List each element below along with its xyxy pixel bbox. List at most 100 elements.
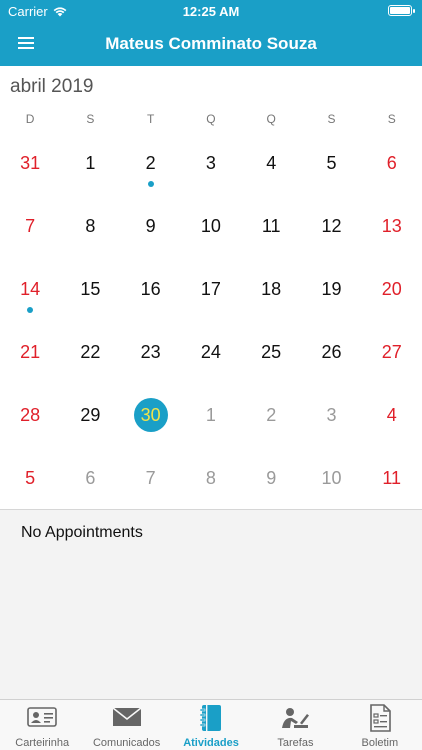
calendar-day[interactable]: 24 (181, 321, 241, 384)
day-number: 21 (20, 342, 41, 362)
day-number: 7 (145, 468, 156, 488)
tab-label: Comunicados (92, 737, 161, 749)
calendar-day[interactable]: 4 (241, 132, 301, 195)
calendar-day[interactable]: 6 (362, 132, 422, 195)
status-bar: Carrier 12:25 AM (0, 0, 422, 22)
calendar-week: 31 1 2 3 4 5 6 (0, 132, 422, 195)
calendar-day[interactable]: 13 (362, 195, 422, 258)
calendar-day[interactable]: 9 (121, 195, 181, 258)
tab-tarefas[interactable]: Tarefas (253, 700, 337, 750)
weekday-label: D (25, 112, 35, 126)
calendar-day[interactable]: 27 (362, 321, 422, 384)
day-number: 6 (85, 468, 96, 488)
calendar-day[interactable]: 6 (60, 447, 120, 510)
calendar-day[interactable]: 22 (60, 321, 120, 384)
tab-label: Boletim (361, 737, 399, 749)
no-appointments-text: No Appointments (21, 524, 143, 541)
calendar-day[interactable]: 3 (181, 132, 241, 195)
calendar-day[interactable]: 2 (241, 384, 301, 447)
weekday-label: T (146, 112, 155, 126)
tab-comunicados[interactable]: Comunicados (84, 700, 168, 750)
tab-boletim[interactable]: Boletim (338, 700, 422, 750)
day-number: 15 (80, 279, 101, 299)
day-number: 1 (85, 153, 96, 173)
calendar-day[interactable]: 29 (60, 384, 120, 447)
envelope-icon (112, 707, 142, 726)
day-number: 27 (381, 342, 402, 362)
day-number: 30 (140, 405, 161, 425)
tab-carteirinha[interactable]: Carteirinha (0, 700, 84, 750)
day-number: 20 (381, 279, 402, 299)
tab-label: Tarefas (277, 737, 314, 749)
calendar-day[interactable]: 31 (0, 132, 60, 195)
day-number: 28 (20, 405, 41, 425)
day-number: 4 (386, 405, 397, 425)
calendar-day[interactable]: 10 (301, 447, 361, 510)
calendar-day[interactable]: 5 (0, 447, 60, 510)
day-number: 8 (205, 468, 216, 488)
calendar-day[interactable]: 15 (60, 258, 120, 321)
calendar-day[interactable]: 21 (0, 321, 60, 384)
calendar-day[interactable]: 19 (301, 258, 361, 321)
day-number: 2 (266, 405, 277, 425)
calendar-day[interactable]: 23 (121, 321, 181, 384)
calendar-day[interactable]: 20 (362, 258, 422, 321)
calendar-day[interactable]: 7 (0, 195, 60, 258)
day-number: 29 (80, 405, 101, 425)
day-number: 5 (25, 468, 36, 488)
day-number: 11 (382, 468, 402, 488)
event-dot (27, 307, 34, 313)
calendar-day[interactable]: 4 (362, 384, 422, 447)
calendar-day[interactable]: 26 (301, 321, 361, 384)
calendar-day[interactable]: 5 (301, 132, 361, 195)
event-dot (147, 181, 154, 187)
day-number: 12 (321, 216, 342, 236)
day-number: 16 (140, 279, 161, 299)
calendar-day[interactable]: 11 (241, 195, 301, 258)
calendar-day[interactable]: 2 (121, 132, 181, 195)
notebook-icon (199, 705, 222, 731)
calendar-week: 5 6 7 8 9 10 11 (0, 447, 422, 510)
calendar-day[interactable]: 8 (60, 195, 120, 258)
calendar-day[interactable]: 12 (301, 195, 361, 258)
weekday-label: S (387, 112, 396, 126)
day-number: 22 (80, 342, 101, 362)
calendar-day[interactable]: 9 (241, 447, 301, 510)
calendar-day-selected[interactable]: 30 (121, 384, 181, 447)
day-number: 9 (266, 468, 277, 488)
day-number: 26 (321, 342, 342, 362)
student-writing-icon (282, 708, 310, 728)
calendar-day[interactable]: 17 (181, 258, 241, 321)
calendar-day[interactable]: 7 (121, 447, 181, 510)
day-number: 1 (205, 405, 216, 425)
app-header: Mateus Comminato Souza (0, 22, 422, 66)
calendar-day[interactable]: 3 (301, 384, 361, 447)
tab-bar: Carteirinha Comunicados Atividades Taref… (0, 699, 422, 750)
tab-label: Atividades (183, 737, 239, 749)
month-label: abril 2019 (10, 76, 94, 97)
calendar-week: 7 8 9 10 11 12 13 (0, 195, 422, 258)
day-number: 25 (261, 342, 282, 362)
calendar-day[interactable]: 8 (181, 447, 241, 510)
calendar-day[interactable]: 28 (0, 384, 60, 447)
day-number: 3 (326, 405, 337, 425)
day-number: 6 (386, 153, 397, 173)
tab-label: Carteirinha (15, 737, 70, 749)
calendar-day[interactable]: 16 (121, 258, 181, 321)
weekday-header: DSTQQSS (0, 112, 422, 126)
calendar-day[interactable]: 1 (60, 132, 120, 195)
report-card-icon (370, 704, 391, 732)
day-number: 14 (20, 279, 41, 299)
day-number: 8 (85, 216, 96, 236)
day-number: 2 (145, 153, 156, 173)
day-number: 10 (200, 216, 221, 236)
page-title: Mateus Comminato Souza (105, 34, 317, 53)
day-number: 24 (200, 342, 221, 362)
calendar-day[interactable]: 10 (181, 195, 241, 258)
calendar-day[interactable]: 18 (241, 258, 301, 321)
calendar-day[interactable]: 1 (181, 384, 241, 447)
tab-atividades[interactable]: Atividades (169, 700, 253, 750)
calendar-day[interactable]: 11 (362, 447, 422, 510)
calendar-day[interactable]: 14 (0, 258, 60, 321)
calendar-day[interactable]: 25 (241, 321, 301, 384)
